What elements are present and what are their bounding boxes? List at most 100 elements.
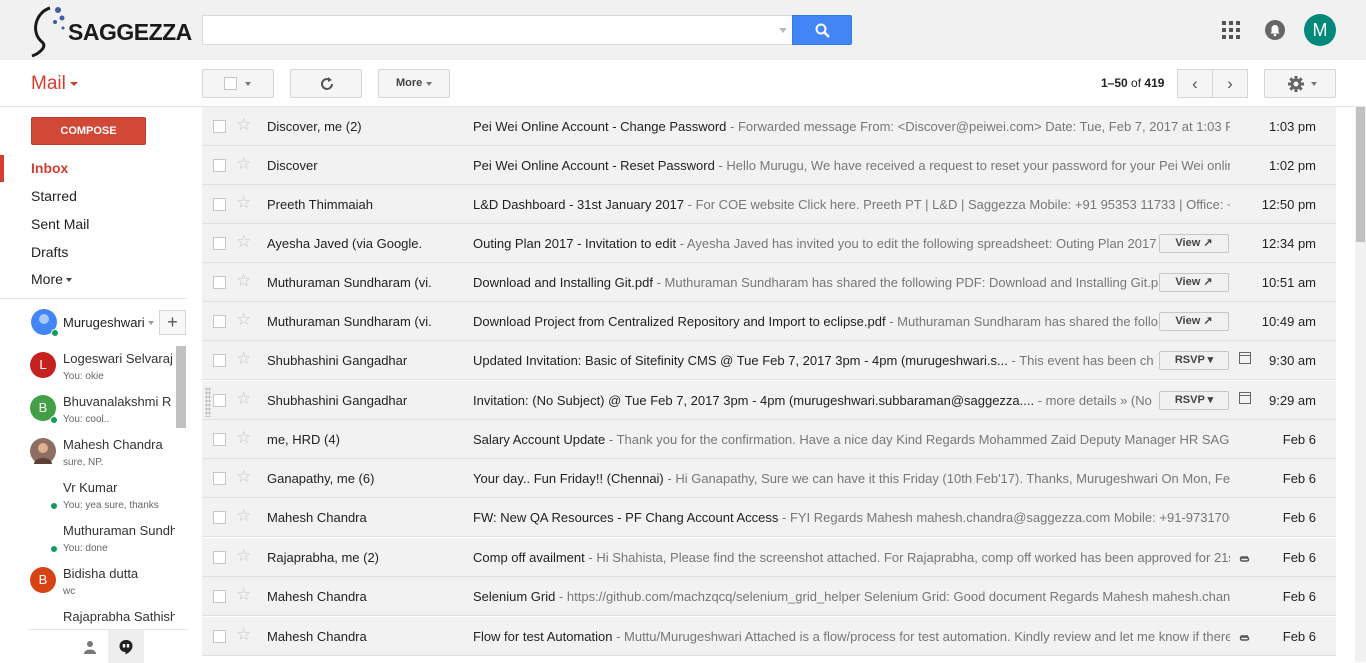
message-row[interactable]: ☆ Muthuraman Sundharam (vi. Download and I… [202,263,1336,302]
view-button[interactable]: View ↗ [1159,273,1229,292]
star-icon[interactable]: ☆ [236,311,251,328]
message-row[interactable]: ☆ Discover, me (2) Pei Wei Online Account … [202,107,1336,146]
message-row[interactable]: ☆ Preeth Thimmaiah L&D Dashboard - 31st Ja… [202,185,1336,224]
star-icon[interactable]: ☆ [236,547,251,564]
nav-inbox[interactable]: Inbox [31,160,68,176]
row-checkbox[interactable] [213,198,226,211]
row-checkbox[interactable] [213,394,226,407]
contact-item[interactable]: Rajaprabha Sathish [28,604,176,628]
view-button[interactable]: View ↗ [1159,312,1229,331]
contacts-tab[interactable] [72,630,108,663]
refresh-button[interactable] [290,69,362,98]
message-subject: FW: New QA Resources - PF Chang Account … [473,510,779,525]
apps-grid-icon[interactable] [1222,21,1240,39]
view-button[interactable]: View ↗ [1159,234,1229,253]
star-icon[interactable]: ☆ [236,390,251,407]
message-row[interactable]: ☆ Mahesh Chandra Selenium Grid - https://g… [202,577,1336,616]
message-content: Your day.. Fun Friday!! (Chennai) - Hi G… [473,471,1230,486]
star-icon[interactable]: ☆ [236,586,251,603]
newer-button[interactable]: ‹ [1177,69,1213,98]
user-status-caret-icon[interactable] [148,321,154,325]
message-sender: Discover, me (2) [267,119,362,134]
drag-handle-icon[interactable] [205,387,211,417]
select-all-button[interactable] [202,69,274,98]
select-checkbox[interactable] [224,77,237,90]
notifications-icon[interactable] [1265,20,1285,40]
message-snippet: - Thank you for the confirmation. Have a… [605,432,1230,447]
row-checkbox[interactable] [213,551,226,564]
nav-sent-mail[interactable]: Sent Mail [31,216,89,232]
message-row[interactable]: ☆ Mahesh Chandra FW: New QA Resources - PF… [202,498,1336,537]
nav-more[interactable]: More [31,271,72,287]
user-online-indicator [51,329,59,337]
message-row[interactable]: ☆ Mahesh Chandra Flow for test Automation … [202,617,1336,656]
nav-drafts[interactable]: Drafts [31,244,68,260]
search-button[interactable] [792,15,852,45]
person-photo-icon [34,443,52,464]
page-scrollbar-thumb[interactable] [1356,107,1365,242]
saggezza-logo[interactable]: SAGGEZZA [28,2,192,58]
message-content: Selenium Grid - https://github.com/machz… [473,589,1230,604]
nav-starred[interactable]: Starred [31,188,77,204]
contact-online-indicator [50,416,58,424]
message-row[interactable]: ☆ Shubhashini Gangadhar Updated Invitation… [202,341,1336,380]
nav-more-label: More [31,271,63,287]
row-checkbox[interactable] [213,159,226,172]
message-row[interactable]: ☆ Discover Pei Wei Online Account - Reset … [202,146,1336,185]
message-row[interactable]: ☆ Shubhashini Gangadhar Invitation: (No Su… [202,381,1336,420]
compose-button[interactable]: COMPOSE [31,117,146,145]
star-icon[interactable]: ☆ [236,272,251,289]
account-avatar[interactable]: M [1304,14,1336,46]
contact-list-scrollbar[interactable] [176,346,186,428]
message-row[interactable]: ☆ Muthuraman Sundharam (vi. Download Proje… [202,302,1336,341]
star-icon[interactable]: ☆ [236,116,251,133]
row-checkbox[interactable] [213,276,226,289]
row-checkbox[interactable] [213,354,226,367]
contact-item[interactable]: L Logeswari Selvaraj You: okie [28,346,176,388]
message-snippet: - This event has been ch [1007,353,1154,368]
mail-switcher[interactable]: Mail [31,73,78,95]
star-icon[interactable]: ☆ [236,233,251,250]
star-icon[interactable]: ☆ [236,626,251,643]
settings-button[interactable] [1264,69,1336,98]
star-icon[interactable]: ☆ [236,350,251,367]
row-checkbox[interactable] [213,472,226,485]
contact-item[interactable]: B Bidisha dutta wc [28,561,176,603]
row-checkbox[interactable] [213,237,226,250]
rsvp-button[interactable]: RSVP ▾ [1159,391,1229,410]
row-checkbox[interactable] [213,511,226,524]
message-row[interactable]: ☆ Ganapathy, me (6) Your day.. Fun Friday!… [202,459,1336,498]
message-sender: Ayesha Javed (via Google. [267,236,423,251]
row-checkbox[interactable] [213,120,226,133]
star-icon[interactable]: ☆ [236,194,251,211]
star-icon[interactable]: ☆ [236,468,251,485]
message-time: 10:49 am [1261,314,1316,329]
star-icon[interactable]: ☆ [236,155,251,172]
message-time: 12:50 pm [1261,197,1316,212]
more-actions-button[interactable]: More [378,69,450,98]
message-row[interactable]: ☆ Rajaprabha, me (2) Comp off availment - … [202,538,1336,577]
row-checkbox[interactable] [213,590,226,603]
message-content: FW: New QA Resources - PF Chang Account … [473,510,1230,525]
contact-item[interactable]: Vr Kumar You: yea sure, thanks [28,475,176,517]
rsvp-button[interactable]: RSVP ▾ [1159,351,1229,370]
contact-item[interactable]: Muthuraman Sundh You: done [28,518,176,560]
row-checkbox[interactable] [213,315,226,328]
new-conversation-button[interactable]: + [159,310,186,335]
star-icon[interactable]: ☆ [236,429,251,446]
search-input[interactable] [202,15,793,45]
older-button[interactable]: › [1212,69,1248,98]
message-content: Download Project from Centralized Reposi… [473,314,1159,329]
message-row[interactable]: ☆ me, HRD (4) Salary Account Update - Than… [202,420,1336,459]
message-row[interactable]: ☆ Ayesha Javed (via Google. Outing Plan 20… [202,224,1336,263]
search-options-caret-icon[interactable] [779,28,787,33]
row-checkbox[interactable] [213,433,226,446]
message-time: 1:03 pm [1269,119,1316,134]
star-icon[interactable]: ☆ [236,507,251,524]
hangouts-user-name[interactable]: Murugeshwari [63,315,145,330]
row-checkbox[interactable] [213,630,226,643]
contact-item[interactable]: Mahesh Chandra sure, NP. [28,432,176,474]
contact-item[interactable]: B Bhuvanalakshmi R You: cool.. [28,389,176,431]
message-content: Pei Wei Online Account - Change Password… [473,119,1230,134]
hangouts-tab[interactable] [108,630,144,663]
